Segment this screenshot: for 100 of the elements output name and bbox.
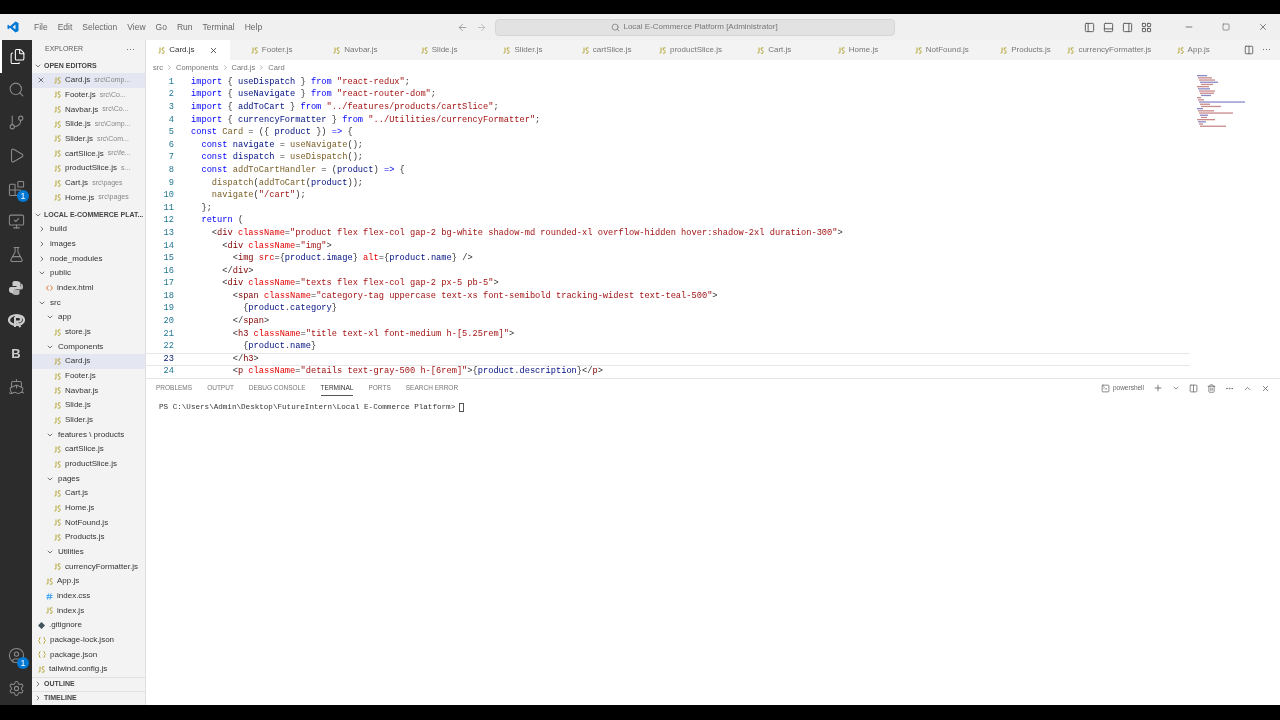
folder-item[interactable]: src — [32, 295, 145, 311]
monitor-icon[interactable] — [7, 213, 25, 230]
explorer-entry[interactable]: index.css — [32, 588, 145, 604]
menu-item[interactable]: View — [122, 20, 151, 34]
line-number: 5 — [167, 126, 174, 140]
close-icon[interactable] — [1258, 22, 1268, 32]
line-number: 13 — [162, 226, 174, 240]
branch-icon[interactable] — [7, 114, 25, 131]
line-number: 4 — [167, 113, 174, 127]
explorer-entry[interactable]: currencyFormatter.js — [32, 559, 145, 575]
js-file-icon — [54, 387, 61, 395]
editor-tab[interactable]: Footer.js — [229, 40, 314, 60]
explorer-entry[interactable]: Cart.js — [32, 486, 145, 501]
panel-left-icon[interactable] — [1084, 21, 1095, 33]
editor-tab[interactable]: Products.js — [983, 40, 1068, 60]
js-file-icon — [54, 194, 61, 202]
explorer-entry[interactable]: package-lock.json — [32, 632, 145, 648]
html-file-icon — [46, 285, 53, 291]
more-actions-button[interactable]: ··· — [1262, 43, 1272, 57]
js-file-icon — [54, 489, 61, 497]
editor-tab[interactable]: Home.js — [816, 40, 900, 60]
flask-icon[interactable] — [7, 246, 25, 263]
editor-tab[interactable]: Card.js — [146, 40, 230, 60]
menu-item[interactable]: Edit — [52, 20, 78, 34]
explorer-entry[interactable]: Home.js — [32, 500, 145, 516]
file-name: cartSlice.js — [65, 147, 104, 160]
line-number: 3 — [167, 100, 174, 114]
explorer-entry[interactable]: index.js — [32, 603, 145, 619]
explorer-entry[interactable]: productSlice.js — [32, 456, 145, 472]
explorer-entry[interactable]: Navbar.js — [32, 383, 145, 399]
explorer-entry[interactable]: Products.js — [32, 530, 145, 545]
folder-item[interactable]: images — [32, 236, 145, 252]
editor-tab[interactable]: productSlice.js — [648, 40, 733, 60]
count-badge: 1 — [17, 190, 29, 202]
folder-item[interactable]: public — [32, 266, 145, 281]
close-icon[interactable] — [37, 76, 45, 85]
explorer-entry[interactable]: index.html — [32, 280, 145, 296]
js-file-icon — [54, 504, 61, 512]
explorer-entry[interactable]: cartSlice.js — [32, 442, 145, 457]
folder-item[interactable]: build — [32, 222, 145, 237]
line-number: 7 — [167, 151, 174, 165]
menu-item[interactable]: Selection — [77, 20, 123, 34]
folder-item[interactable]: node_modules — [32, 251, 145, 266]
files-icon[interactable] — [8, 48, 26, 65]
search-icon[interactable] — [7, 81, 25, 98]
explorer-entry[interactable]: tailwind.config.js — [32, 662, 145, 677]
new-terminal-icon[interactable] — [1153, 383, 1163, 393]
r-logo-icon[interactable] — [7, 313, 25, 328]
file-name: Cart.js — [65, 177, 89, 189]
more-actions-button[interactable]: ··· — [126, 42, 135, 57]
line-number: 18 — [162, 289, 174, 303]
panel-bottom-icon[interactable] — [1103, 21, 1114, 33]
back-arrow-icon[interactable] — [456, 21, 468, 33]
folder-item[interactable]: Components — [32, 339, 145, 355]
editor-tab[interactable]: NotFound.js — [899, 40, 984, 60]
js-file-icon — [837, 46, 845, 54]
explorer-entry[interactable]: Footer.js — [32, 368, 145, 384]
folder-item[interactable]: app — [32, 310, 145, 325]
editor-tab[interactable]: Cart.js — [732, 40, 817, 60]
line-number: 9 — [167, 176, 174, 190]
editor-tab[interactable]: App.js — [1151, 40, 1236, 60]
explorer-entry[interactable]: Card.js — [32, 354, 145, 369]
editor-tab[interactable]: Navbar.js — [313, 40, 398, 60]
menu-item[interactable]: Go — [150, 20, 172, 34]
settings-icon[interactable] — [7, 680, 25, 697]
split-terminal-icon[interactable] — [1189, 383, 1198, 393]
explorer-entry[interactable]: .gitignore — [32, 618, 145, 633]
folder-item[interactable]: pages — [32, 471, 145, 487]
layout-icon[interactable] — [1141, 21, 1152, 33]
extension-letter-icon[interactable]: B — [11, 347, 21, 360]
folder-item[interactable]: features \ products — [32, 427, 145, 443]
command-search-field[interactable]: Local E-Commerce Platform [Administrator] — [494, 18, 895, 36]
snake-logo-icon[interactable] — [8, 279, 24, 296]
extensions-icon[interactable] — [7, 180, 25, 197]
close-icon[interactable] — [1261, 383, 1270, 393]
restore-icon[interactable] — [1222, 23, 1230, 31]
menu-item[interactable]: Run — [171, 20, 198, 34]
account-icon[interactable] — [7, 647, 25, 664]
folder-item[interactable]: Utilities — [32, 544, 145, 560]
explorer-entry[interactable]: Slider.js — [32, 412, 145, 428]
explorer-entry[interactable]: Slide.js — [32, 398, 145, 413]
close-icon[interactable] — [208, 45, 218, 55]
panel-right-icon[interactable] — [1122, 21, 1133, 33]
editor-tab[interactable]: Slider.js — [481, 40, 565, 60]
explorer-entry[interactable]: NotFound.js — [32, 515, 145, 531]
editor-tab[interactable]: currencyFormatter.js — [1067, 40, 1152, 60]
explorer-entry[interactable]: package.json — [32, 647, 145, 663]
split-editor-icon[interactable] — [1244, 45, 1255, 55]
editor-tab[interactable]: cartSlice.js — [564, 40, 649, 60]
terminal-icon — [1100, 383, 1110, 393]
menu-item[interactable]: Help — [239, 20, 268, 34]
menu-item[interactable]: File — [29, 20, 53, 34]
editor-tab[interactable]: Slide.js — [397, 40, 482, 60]
explorer-entry[interactable]: App.js — [32, 574, 145, 589]
menu-item[interactable]: Terminal — [197, 20, 240, 34]
code-line: const Card = ({ product }) => { — [191, 126, 353, 140]
js-file-icon — [54, 179, 61, 187]
explorer-entry[interactable]: store.js — [32, 324, 145, 340]
chevron-down-icon[interactable] — [1172, 384, 1180, 392]
trash-icon[interactable] — [1207, 383, 1216, 393]
